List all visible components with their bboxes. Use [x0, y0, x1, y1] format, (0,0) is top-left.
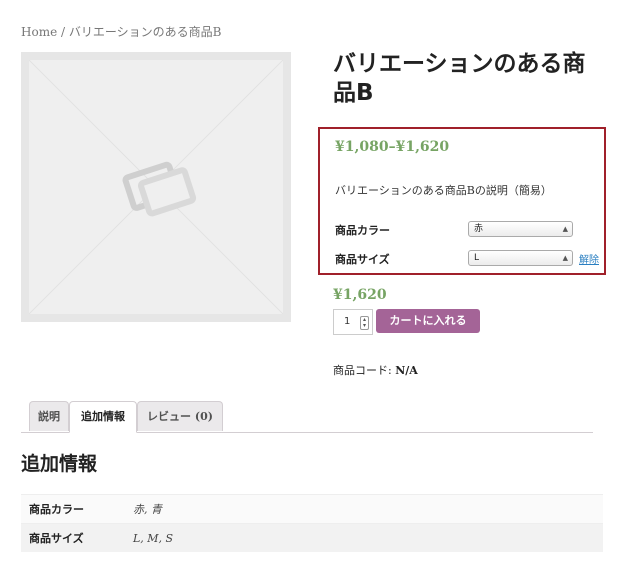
breadcrumb-separator: / [57, 25, 69, 39]
spinner-arrows-icon[interactable]: ▴ ▾ [360, 316, 369, 330]
breadcrumb: Home / バリエーションのある商品B [21, 23, 221, 40]
color-selected-value: 赤 [474, 224, 484, 234]
variation-row-color: 商品カラー 赤 ▲ [335, 221, 600, 237]
quantity-stepper[interactable]: 1 ▴ ▾ [333, 309, 373, 335]
attribute-value: 赤, 青 [125, 494, 603, 524]
breadcrumb-current: バリエーションのある商品B [68, 25, 222, 39]
attributes-table: 商品カラー 赤, 青 商品サイズ L, M, S [21, 494, 603, 552]
table-row: 商品カラー 赤, 青 [21, 494, 603, 524]
table-row: 商品サイズ L, M, S [21, 523, 603, 552]
sku: 商品コード: N/A [333, 362, 418, 378]
size-label: 商品サイズ [335, 253, 390, 266]
price-range: ¥1,080–¥1,620 [335, 139, 450, 155]
breadcrumb-home-link[interactable]: Home [21, 25, 57, 39]
color-label: 商品カラー [335, 224, 390, 237]
reset-variations-link[interactable]: 解除 [579, 251, 599, 266]
attribute-name: 商品カラー [21, 494, 125, 524]
product-title: バリエーションのある商品B [333, 51, 586, 106]
attribute-value: L, M, S [125, 523, 603, 552]
short-description: バリエーションのある商品Bの説明（簡易） [335, 184, 552, 197]
variation-row-size: 商品サイズ L ▲ 解除 [335, 250, 600, 266]
variation-price: ¥1,620 [333, 287, 387, 303]
product-tabs: 説明 追加情報 レビュー (0) [21, 398, 593, 433]
additional-info-title: 追加情報 [21, 453, 98, 475]
add-to-cart-button[interactable]: カートに入れる [376, 309, 480, 333]
sku-value: N/A [395, 364, 418, 377]
placeholder-image-icon [29, 60, 283, 314]
select-arrows-icon: ▲ [562, 254, 568, 262]
product-image[interactable] [21, 52, 291, 322]
color-select[interactable]: 赤 ▲ [468, 221, 573, 237]
tab-additional-info[interactable]: 追加情報 [69, 401, 137, 433]
size-selected-value: L [474, 253, 480, 263]
variation-form: ¥1,080–¥1,620 バリエーションのある商品Bの説明（簡易） 商品カラー… [318, 127, 606, 275]
quantity-value: 1 [344, 316, 351, 327]
tab-reviews[interactable]: レビュー (0) [137, 401, 223, 431]
tab-description[interactable]: 説明 [29, 401, 69, 431]
sku-label: 商品コード: [333, 364, 392, 377]
attribute-name: 商品サイズ [21, 523, 125, 552]
select-arrows-icon: ▲ [562, 225, 568, 233]
size-select[interactable]: L ▲ [468, 250, 573, 266]
